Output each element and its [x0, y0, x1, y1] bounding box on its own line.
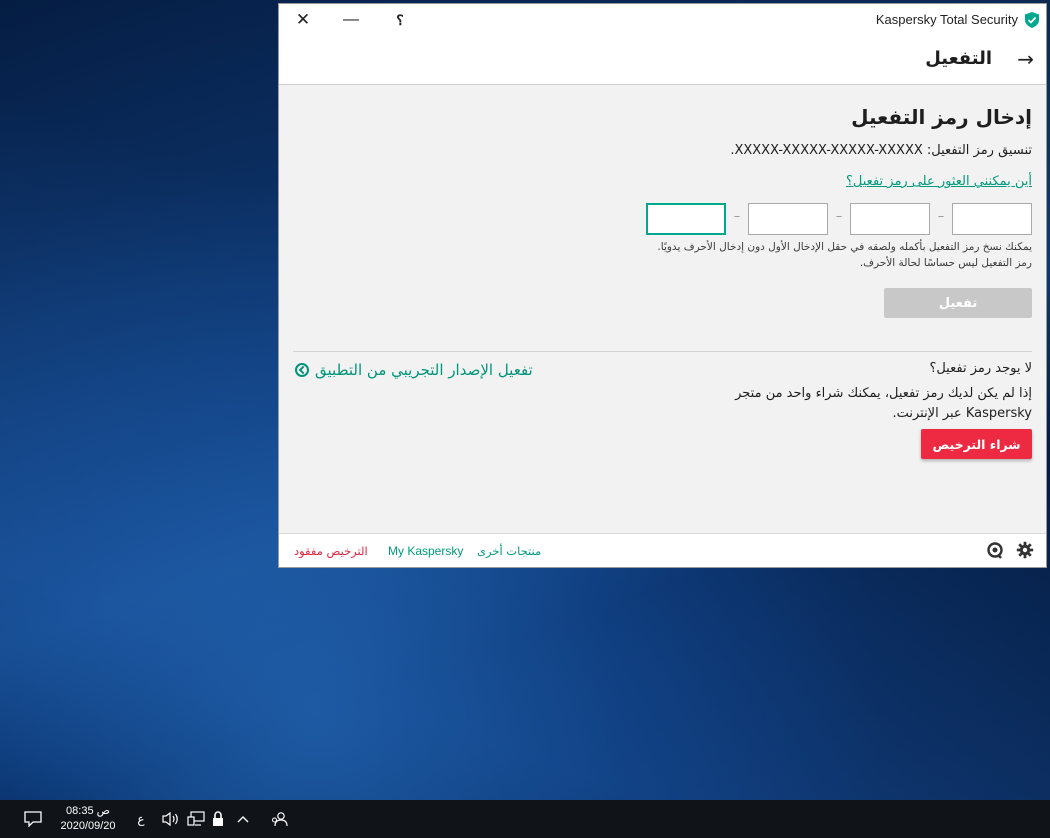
kaspersky-shield-icon	[1025, 12, 1039, 28]
code-separator: –	[937, 209, 945, 224]
kaspersky-window: Kaspersky Total Security ؟ — ✕ → التفعيل…	[278, 3, 1047, 568]
network-icon[interactable]	[185, 800, 207, 838]
window-footer: منتجات أخرى My Kaspersky الترخيص مفقود	[279, 533, 1046, 567]
volume-icon[interactable]	[160, 800, 182, 838]
support-icon[interactable]	[986, 541, 1004, 559]
section-divider	[293, 351, 1032, 352]
action-center-icon[interactable]	[18, 800, 48, 838]
clock-date: 2020/09/20	[60, 820, 116, 832]
page-header: → التفعيل	[279, 36, 1046, 85]
clock[interactable]: 08:35 ص 2020/09/20	[56, 800, 120, 838]
code-separator: –	[835, 209, 843, 224]
buy-license-button[interactable]: شراء الترخيص	[921, 429, 1032, 459]
code-format-text: تنسيق رمز التفعيل: XXXXX-XXXXX-XXXXX-XXX…	[730, 143, 1032, 158]
settings-gear-icon[interactable]	[1016, 541, 1034, 559]
no-code-description: إذا لم يكن لديك رمز تفعيل، يمكنك شراء وا…	[712, 384, 1032, 424]
title-bar: Kaspersky Total Security ؟ — ✕	[279, 4, 1046, 36]
page-title: التفعيل	[925, 48, 992, 69]
no-code-line: إذا لم يكن لديك رمز تفعيل، يمكنك شراء وا…	[735, 386, 1032, 401]
app-title: Kaspersky Total Security	[875, 12, 1018, 27]
back-arrow-icon[interactable]: →	[1017, 47, 1034, 71]
trial-activation-link[interactable]: تفعيل الإصدار التجريبي من التطبيق	[295, 361, 533, 379]
other-products-link[interactable]: منتجات أخرى	[477, 544, 541, 558]
no-code-title: لا يوجد رمز تفعيل؟	[929, 361, 1032, 376]
paste-hint: يمكنك نسخ رمز التفعيل بأكمله ولصقه في حق…	[657, 239, 1032, 271]
minimize-button[interactable]: —	[338, 8, 364, 32]
windows-taskbar: 08:35 ص 2020/09/20 ع	[0, 800, 1050, 838]
section-title: إدخال رمز التفعيل	[851, 105, 1032, 129]
no-code-line: Kaspersky عبر الإنترنت.	[892, 406, 1032, 421]
code-field-4[interactable]	[646, 203, 726, 235]
case-hint-line: رمز التفعيل ليس حساسًا لحالة الأحرف.	[859, 257, 1032, 269]
show-hidden-icons[interactable]	[235, 800, 251, 838]
activate-button[interactable]: تفعيل	[884, 288, 1032, 318]
trial-link-label: تفعيل الإصدار التجريبي من التطبيق	[315, 361, 533, 379]
find-code-link[interactable]: أين يمكنني العثور على رمز تفعيل؟	[846, 174, 1032, 189]
my-kaspersky-link[interactable]: My Kaspersky	[388, 544, 463, 558]
input-language[interactable]: ع	[133, 800, 149, 838]
close-button[interactable]: ✕	[290, 8, 316, 32]
license-lost-link[interactable]: الترخيص مفقود	[294, 544, 368, 558]
people-icon[interactable]	[268, 800, 290, 838]
paste-hint-line: يمكنك نسخ رمز التفعيل بأكمله ولصقه في حق…	[657, 241, 1032, 253]
activation-content: إدخال رمز التفعيل تنسيق رمز التفعيل: XXX…	[279, 85, 1046, 535]
kaspersky-tray-icon[interactable]	[210, 800, 226, 838]
activation-code-fields: – – –	[646, 203, 1032, 235]
arrow-circle-icon	[295, 363, 309, 377]
code-separator: –	[733, 209, 741, 224]
help-button[interactable]: ؟	[387, 8, 413, 32]
clock-time: 08:35 ص	[66, 805, 110, 817]
code-field-2[interactable]	[850, 203, 930, 235]
code-field-3[interactable]	[748, 203, 828, 235]
code-field-1[interactable]	[952, 203, 1032, 235]
